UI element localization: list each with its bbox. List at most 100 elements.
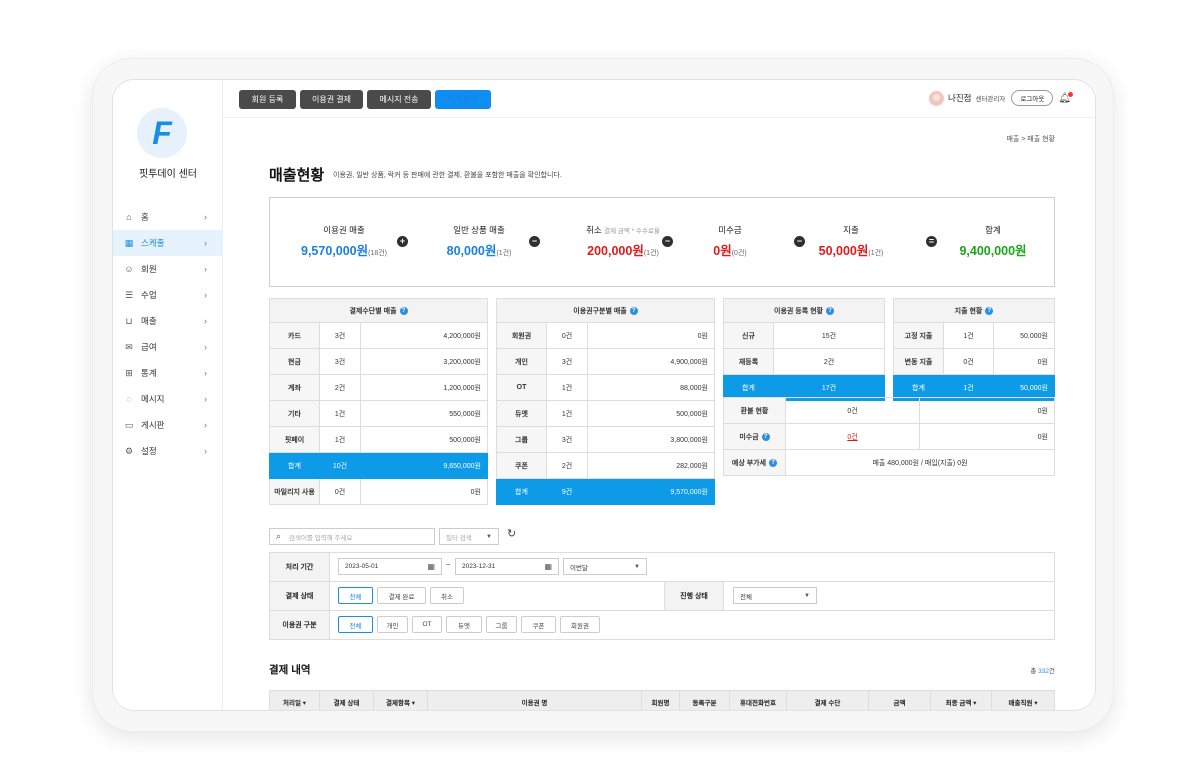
operator-icon: − — [794, 236, 805, 247]
history-column-header[interactable]: 최종 금액 ▾ — [931, 691, 992, 710]
sidebar-item[interactable]: ☺ 회원 › — [113, 256, 223, 282]
ticket-chip[interactable]: 쿠폰 — [521, 616, 556, 633]
ticket-chip[interactable]: 개인 — [377, 616, 408, 633]
avatar[interactable] — [929, 90, 944, 106]
table-cell: 9,570,000원 — [587, 478, 715, 505]
sidebar-item[interactable]: ⊞ 통계 › — [113, 360, 223, 386]
touch-attendance-button[interactable]: 터치출석 — [435, 90, 491, 109]
history-column-header[interactable]: 결제 상태 — [320, 691, 374, 710]
chevron-right-icon: › — [204, 290, 207, 300]
chevron-right-icon: › — [204, 368, 207, 378]
summary-amount: 80,000원 — [446, 244, 497, 258]
history-column-header[interactable]: 이용권 명 — [428, 691, 642, 710]
table-cell: 10건 — [319, 452, 361, 479]
unpaid-amount: 0원 — [919, 423, 1055, 450]
table-cell: 500,000원 — [587, 400, 715, 427]
summary-count: (1건) — [643, 250, 659, 257]
history-column-header[interactable]: 결제항목 ▾ — [374, 691, 428, 710]
sidebar-item[interactable]: ☰ 수업 › — [113, 282, 223, 308]
filter-row-status: 결제 상태 전체 결제 완료 취소 진행 상태 전체 ▼ — [270, 582, 1054, 611]
sidebar-item[interactable]: ✉ 급여 › — [113, 334, 223, 360]
help-icon[interactable]: ? — [399, 306, 408, 315]
status-chip-cancel[interactable]: 취소 — [430, 587, 464, 604]
brand-logo[interactable]: F — [137, 108, 187, 158]
table-cell: 재등록 — [723, 348, 774, 375]
progress-status-select[interactable]: 전체 ▼ — [733, 587, 817, 604]
summary-amount: 9,570,000원 — [301, 244, 369, 258]
sidebar-item[interactable]: ⊔ 매출 › — [113, 308, 223, 334]
table-cell: 3건 — [319, 322, 361, 349]
sidebar-item-label: 게시판 — [141, 420, 165, 430]
ticket-chip[interactable]: 듀엣 — [446, 616, 482, 633]
date-to-input[interactable]: 2023-12-31 ▦ — [455, 558, 559, 575]
status-chip-paid[interactable]: 결제 완료 — [377, 587, 426, 604]
ticket-chip[interactable]: 회원권 — [560, 616, 600, 633]
summary-amount: 9,400,000원 — [959, 244, 1027, 258]
table-cell: 듀엣 — [496, 400, 547, 427]
sidebar-item[interactable]: ⚙ 설정 › — [113, 438, 223, 464]
ticket-chip[interactable]: 전체 — [338, 616, 373, 633]
send-message-button[interactable]: 메시지 전송 — [367, 90, 431, 109]
chevron-right-icon: › — [204, 264, 207, 274]
table-row: 합계 9건 9,570,000원 — [496, 478, 715, 505]
ticket-payment-button[interactable]: 이용권 결제 — [300, 90, 363, 109]
summary-label: 미수금 — [660, 224, 800, 236]
ticket-chip[interactable]: 그룹 — [486, 616, 517, 633]
filter-row-ticket: 이용권 구분 전체 개인 OT 듀엣 그룹 쿠폰 회원권 — [270, 611, 1054, 640]
date-from-input[interactable]: 2023-05-01 ▦ — [338, 558, 442, 575]
chevron-right-icon: › — [204, 316, 207, 326]
sidebar-menu: ⌂ 홈 › ▦ 스케줄 › ☺ 회원 › ☰ 수업 › ⊔ 매출 › ✉ 급여 › ⊞ 통계 › ◌ 메시지 › ▭ 게시판 › ⚙ 설… — [113, 204, 223, 464]
table-cell: 3건 — [546, 348, 588, 375]
registration-title: 이용권 등록 현황? — [723, 298, 885, 323]
count-prefix: 총 — [1030, 668, 1039, 675]
sidebar-item[interactable]: ◌ 메시지 › — [113, 386, 223, 412]
history-column-header[interactable]: 휴대전화번호 — [730, 691, 787, 710]
help-icon[interactable]: ? — [761, 432, 770, 441]
table-cell: 3,800,000원 — [587, 426, 715, 453]
expense-title-text: 지출 현황 — [954, 307, 983, 315]
summary-item: 미수금 0원(0건) — [660, 224, 800, 259]
unpaid-count[interactable]: 0건 — [785, 423, 920, 450]
period-select[interactable]: 이번달 ▼ — [563, 558, 647, 575]
history-column-header[interactable]: 회원명 — [642, 691, 680, 710]
sidebar-item[interactable]: ▦ 스케줄 › — [113, 230, 223, 256]
filter-search-placeholder: 필터 검색 — [446, 534, 472, 542]
summary-label-note: 결제 금액 * 수수료율 — [604, 228, 660, 235]
expense-table: 지출 현황? 고정 지출 1건 50,000원 변동 지출 0건 0원 합계 1건 50,000… — [893, 298, 1055, 401]
history-column-header[interactable]: 등록구분 — [680, 691, 730, 710]
ticket-chip[interactable]: OT — [412, 616, 442, 633]
history-column-header[interactable]: 금액 — [869, 691, 931, 710]
search-input[interactable]: ⌕ 검색어를 입력해 주세요 — [269, 528, 435, 545]
table-cell: 9건 — [546, 478, 588, 505]
sales-summary-box: 이용권 매출 9,570,000원(18건) 일반 상품 매출 80,000원(1건)… — [269, 197, 1055, 287]
help-icon[interactable]: ? — [769, 458, 778, 467]
bell-icon[interactable]: 🔔︎ — [1058, 91, 1073, 104]
ticket-type-title-text: 이용권구분별 매출 — [573, 307, 627, 315]
sidebar-item[interactable]: ⌂ 홈 › — [113, 204, 223, 230]
table-cell: 88,000원 — [587, 374, 715, 401]
table-cell: 3건 — [319, 348, 361, 375]
help-icon[interactable]: ? — [629, 306, 638, 315]
help-icon[interactable]: ? — [985, 306, 994, 315]
history-column-header[interactable]: 처리일 ▾ — [270, 691, 320, 710]
refresh-icon[interactable]: ↻ — [507, 527, 516, 540]
history-column-header[interactable]: 결제 수단 — [787, 691, 869, 710]
sidebar-item-label: 홈 — [141, 212, 149, 222]
calendar-icon: ▦ — [124, 237, 134, 248]
registration-title-text: 이용권 등록 현황 — [774, 307, 823, 315]
status-chip-all[interactable]: 전체 — [338, 587, 373, 604]
operator-icon: + — [397, 236, 408, 247]
history-column-header[interactable]: 매출직원 ▾ — [992, 691, 1055, 710]
help-icon[interactable]: ? — [825, 306, 834, 315]
table-cell: 15건 — [773, 322, 885, 349]
table-row: 마일리지 사용 0건 0원 — [269, 478, 488, 505]
filter-search-select[interactable]: 필터 검색 ▼ — [439, 528, 499, 545]
logout-button[interactable]: 로그아웃 — [1011, 90, 1054, 106]
caret-down-icon: ▼ — [486, 533, 492, 540]
sidebar-item[interactable]: ▭ 게시판 › — [113, 412, 223, 438]
register-member-button[interactable]: 회원 등록 — [239, 90, 296, 109]
chevron-right-icon: › — [204, 342, 207, 352]
logo-letter: F — [152, 115, 172, 151]
summary-item: 합계 9,400,000원 — [923, 224, 1063, 259]
progress-select-value: 전체 — [740, 593, 752, 601]
